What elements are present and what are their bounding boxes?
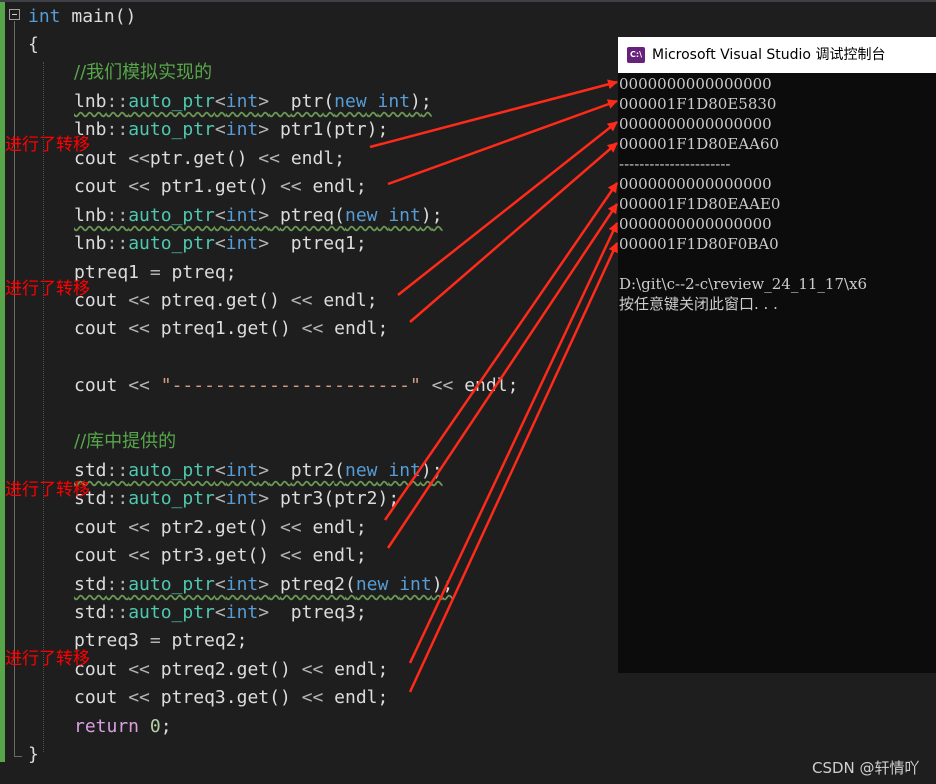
annotation-label: 进行了转移: [5, 480, 90, 500]
annotation-label: 进行了转移: [5, 649, 90, 669]
annotation-label: 进行了转移: [5, 135, 90, 155]
watermark: CSDN @轩情吖: [812, 759, 920, 777]
annotation-layer: 进行了转移 进行了转移 进行了转移 进行了转移: [0, 0, 936, 784]
annotation-label: 进行了转移: [5, 279, 90, 299]
